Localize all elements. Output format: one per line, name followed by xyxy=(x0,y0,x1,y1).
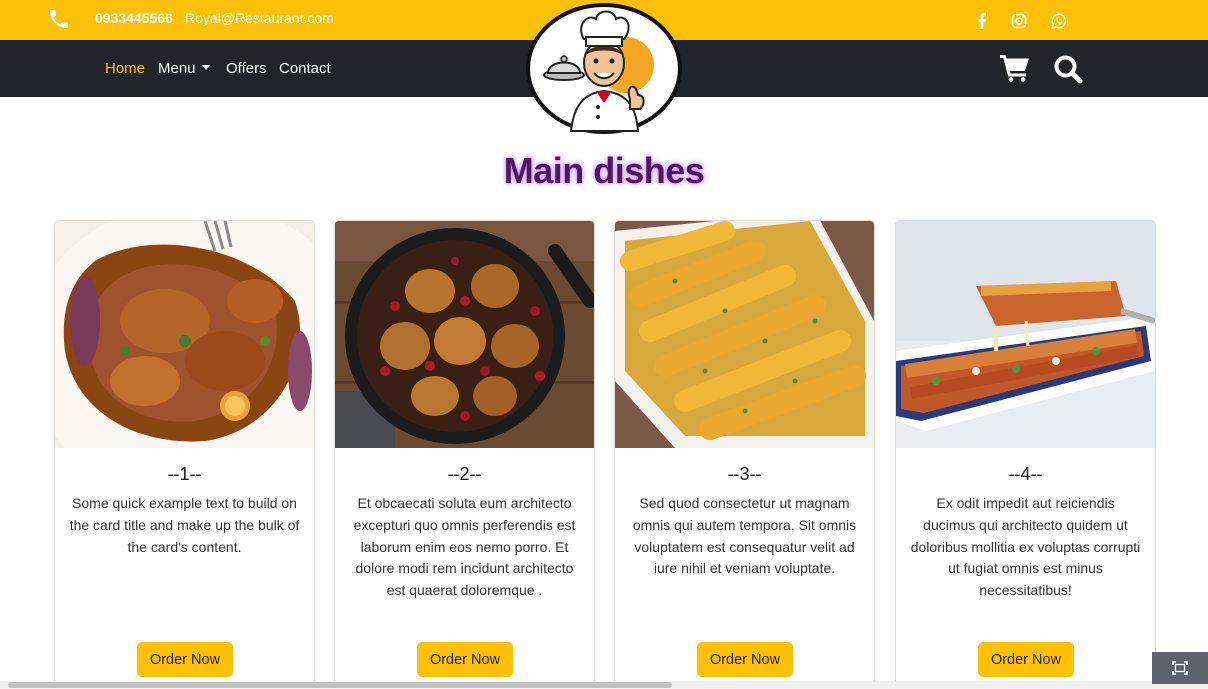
whatsapp-icon[interactable] xyxy=(1051,13,1067,29)
card-title: --3-- xyxy=(727,464,762,484)
card-title: --2-- xyxy=(447,464,482,484)
dish-image xyxy=(335,221,594,448)
nav-home-link[interactable]: Home xyxy=(105,60,145,77)
card-title: --4-- xyxy=(1008,464,1043,484)
nav-menu-dropdown[interactable]: Menu xyxy=(158,60,210,77)
card-text: Some quick example text to build on the … xyxy=(69,495,300,555)
fullscreen-icon xyxy=(1172,661,1188,675)
fullscreen-button[interactable] xyxy=(1152,652,1208,684)
cart-icon[interactable] xyxy=(1000,55,1030,82)
horizontal-scrollbar[interactable] xyxy=(0,681,1208,689)
order-now-button[interactable]: Order Now xyxy=(978,642,1074,677)
card-text: Sed quod consectetur ut magnam omnis qui… xyxy=(632,495,857,577)
nav-contact-link[interactable]: Contact xyxy=(279,60,331,77)
phone-number: 0933445566 xyxy=(95,10,173,26)
card-text: Et obcaecati soluta eum architecto excep… xyxy=(353,495,576,599)
scrollbar-thumb[interactable] xyxy=(8,682,672,688)
order-now-button[interactable]: Order Now xyxy=(417,642,513,677)
enchiladas-image xyxy=(615,221,874,448)
dish-image xyxy=(615,221,874,448)
dish-card: --4-- Ex odit impedit aut reiciendis duc… xyxy=(895,220,1156,689)
dish-card: --2-- Et obcaecati soluta eum architecto… xyxy=(334,220,595,689)
order-now-button[interactable]: Order Now xyxy=(697,642,793,677)
card-text: Ex odit impedit aut reiciendis ducimus q… xyxy=(910,495,1141,599)
skillet-chicken-image xyxy=(335,221,594,448)
search-icon[interactable] xyxy=(1053,54,1083,84)
restaurant-logo[interactable] xyxy=(526,3,682,134)
dish-card: --1-- Some quick example text to build o… xyxy=(54,220,315,689)
facebook-icon[interactable] xyxy=(974,13,990,29)
nav-offers-link[interactable]: Offers xyxy=(226,60,267,77)
enchilada-serving-image xyxy=(896,221,1155,448)
card-title: --1-- xyxy=(167,464,202,484)
order-now-button[interactable]: Order Now xyxy=(137,642,233,677)
phone-icon xyxy=(50,10,68,28)
caret-down-icon xyxy=(201,65,210,70)
page-title: Main dishes xyxy=(503,150,705,191)
dish-image xyxy=(55,221,314,448)
dish-card: --3-- Sed quod consectetur ut magnam omn… xyxy=(614,220,875,689)
instagram-icon[interactable] xyxy=(1011,13,1027,29)
dish-image xyxy=(896,221,1155,448)
email-address: Royal@Restaurant.com xyxy=(185,10,334,26)
roast-chicken-image xyxy=(55,221,314,448)
nav-menu-label: Menu xyxy=(158,60,196,77)
